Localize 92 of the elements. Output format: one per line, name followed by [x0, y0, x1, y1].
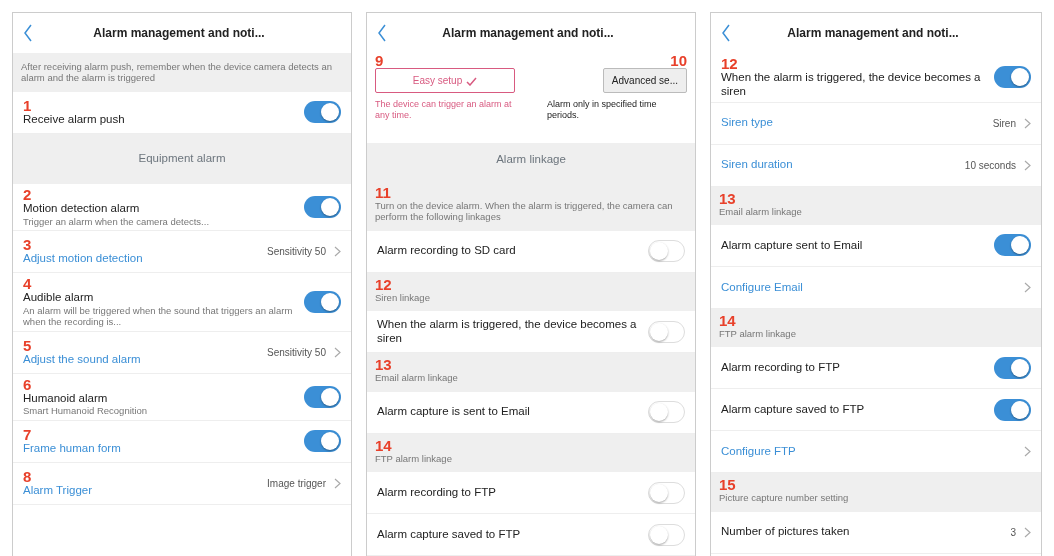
setting-label: Frame human form: [23, 441, 122, 456]
callout-number: 3: [23, 237, 33, 253]
mode-button[interactable]: Easy setup: [375, 68, 515, 93]
setting-label: Alarm capture is sent to Email: [377, 405, 531, 419]
screen-title: Alarm management and noti...: [441, 25, 615, 42]
toggle-switch[interactable]: [648, 320, 685, 343]
setting-link[interactable]: Siren type: [721, 116, 985, 130]
setting-link[interactable]: Configure FTP: [721, 444, 1016, 459]
section-heading: FTP alarm linkage: [375, 452, 453, 464]
setting-description: Smart Humanoid Recognition: [23, 405, 149, 417]
toggle-switch[interactable]: [994, 66, 1031, 89]
setting-label: Alarm capture sent to Email: [721, 238, 864, 253]
section-heading: Siren linkage: [375, 291, 431, 304]
setting-label: Receive alarm push: [23, 112, 126, 127]
toggle-switch[interactable]: [648, 523, 685, 546]
back-icon: [377, 24, 387, 42]
setting-label: Motion detection alarm: [23, 201, 141, 216]
back-icon: [23, 24, 33, 42]
setting-link[interactable]: Configure Email: [721, 280, 1016, 295]
setting-value: Image trigger: [267, 476, 326, 491]
callout-number: 11: [375, 185, 392, 201]
toggle-switch[interactable]: [304, 385, 341, 408]
setting-label: Alarm recording to FTP: [721, 360, 841, 375]
chevron-right-icon: [334, 245, 341, 257]
toggle-switch[interactable]: [304, 430, 341, 453]
checkmark-icon: [466, 76, 478, 86]
chevron-right-icon: [1024, 117, 1031, 129]
callout-number: 6: [23, 376, 33, 392]
toggle-switch[interactable]: [648, 401, 685, 424]
setting-description: An alarm will be triggered when the sound that triggers an alarm when the recording is...: [23, 304, 294, 328]
chevron-right-icon: [1024, 526, 1031, 538]
callout-number: 12: [721, 56, 739, 71]
callout-number: 10: [670, 53, 687, 68]
callout-number: 13: [719, 190, 737, 206]
toggle-switch[interactable]: [304, 290, 341, 313]
toggle-switch[interactable]: [304, 195, 341, 218]
setting-value: 3: [1010, 525, 1016, 540]
section-heading: Email alarm linkage: [375, 372, 459, 384]
hint-text: Turn on the device alarm. When the alarm is triggered, the camera can perform the following linkages: [375, 200, 674, 223]
section-heading: FTP alarm linkage: [719, 328, 797, 340]
callout-number: 1: [23, 97, 33, 113]
setting-label: Alarm recording to FTP: [377, 485, 497, 500]
chevron-right-icon: [1024, 159, 1031, 171]
chevron-right-icon: [334, 477, 341, 489]
callout-number: 13: [375, 357, 393, 373]
setting-label: Alarm capture saved to FTP: [377, 527, 522, 542]
hint-text: After receiving alarm push, remember when the device camera detects an alarm and the alarm is triggered: [21, 61, 333, 84]
setting-link[interactable]: Number of pictures taken: [721, 525, 1003, 540]
chevron-right-icon: [1024, 446, 1031, 458]
toggle-switch[interactable]: [994, 234, 1031, 257]
setting-value: Siren: [992, 116, 1016, 131]
setting-label: Humanoid alarm: [23, 391, 109, 406]
setting-label: When the alarm is triggered, the device becomes a siren: [721, 71, 982, 99]
callout-number: 7: [23, 426, 33, 442]
callout-number: 5: [23, 337, 33, 353]
toggle-switch[interactable]: [994, 356, 1031, 379]
setting-link[interactable]: Siren duration: [721, 158, 957, 172]
setting-link[interactable]: Adjust the sound alarm: [23, 352, 260, 367]
mode-button[interactable]: Advanced se...: [602, 68, 687, 93]
setting-value: 10 seconds: [964, 158, 1016, 173]
setting-value: Sensitivity 50: [267, 345, 326, 360]
setting-link[interactable]: Alarm Trigger: [23, 483, 260, 498]
setting-label: Audible alarm: [23, 290, 95, 305]
callout-number: 15: [719, 477, 737, 493]
toggle-switch[interactable]: [648, 481, 685, 504]
back-icon: [721, 24, 731, 42]
section-heading: Equipment alarm: [138, 151, 226, 166]
mode-caption: The device can trigger an alarm at any time.: [375, 99, 513, 121]
setting-description: Trigger an alarm when the camera detects...: [23, 215, 211, 227]
setting-label: Alarm recording to SD card: [377, 244, 517, 259]
setting-label: When the alarm is triggered, the device becomes a siren: [377, 317, 638, 346]
screen-title: Alarm management and noti...: [92, 25, 266, 42]
setting-value: Sensitivity 50: [267, 244, 326, 259]
toggle-switch[interactable]: [304, 101, 341, 124]
callout-number: 8: [23, 468, 33, 484]
chevron-right-icon: [1024, 282, 1031, 293]
setting-link[interactable]: Adjust motion detection: [23, 252, 260, 266]
mode-caption: Alarm only in specified time periods.: [547, 99, 658, 121]
section-heading: Picture capture number setting: [719, 492, 850, 504]
section-heading: Email alarm linkage: [719, 205, 803, 217]
toggle-switch[interactable]: [994, 398, 1031, 421]
setting-label: Alarm capture saved to FTP: [721, 402, 866, 417]
callout-number: 14: [375, 437, 393, 453]
screen-title: Alarm management and noti...: [786, 25, 960, 42]
section-heading: Alarm linkage: [496, 153, 566, 167]
callout-number: 9: [375, 53, 385, 68]
callout-number: 2: [23, 186, 33, 202]
callout-number: 14: [719, 313, 737, 328]
callout-number: 4: [23, 275, 33, 291]
toggle-switch[interactable]: [648, 240, 685, 263]
chevron-right-icon: [334, 346, 341, 358]
callout-number: 12: [375, 276, 393, 292]
